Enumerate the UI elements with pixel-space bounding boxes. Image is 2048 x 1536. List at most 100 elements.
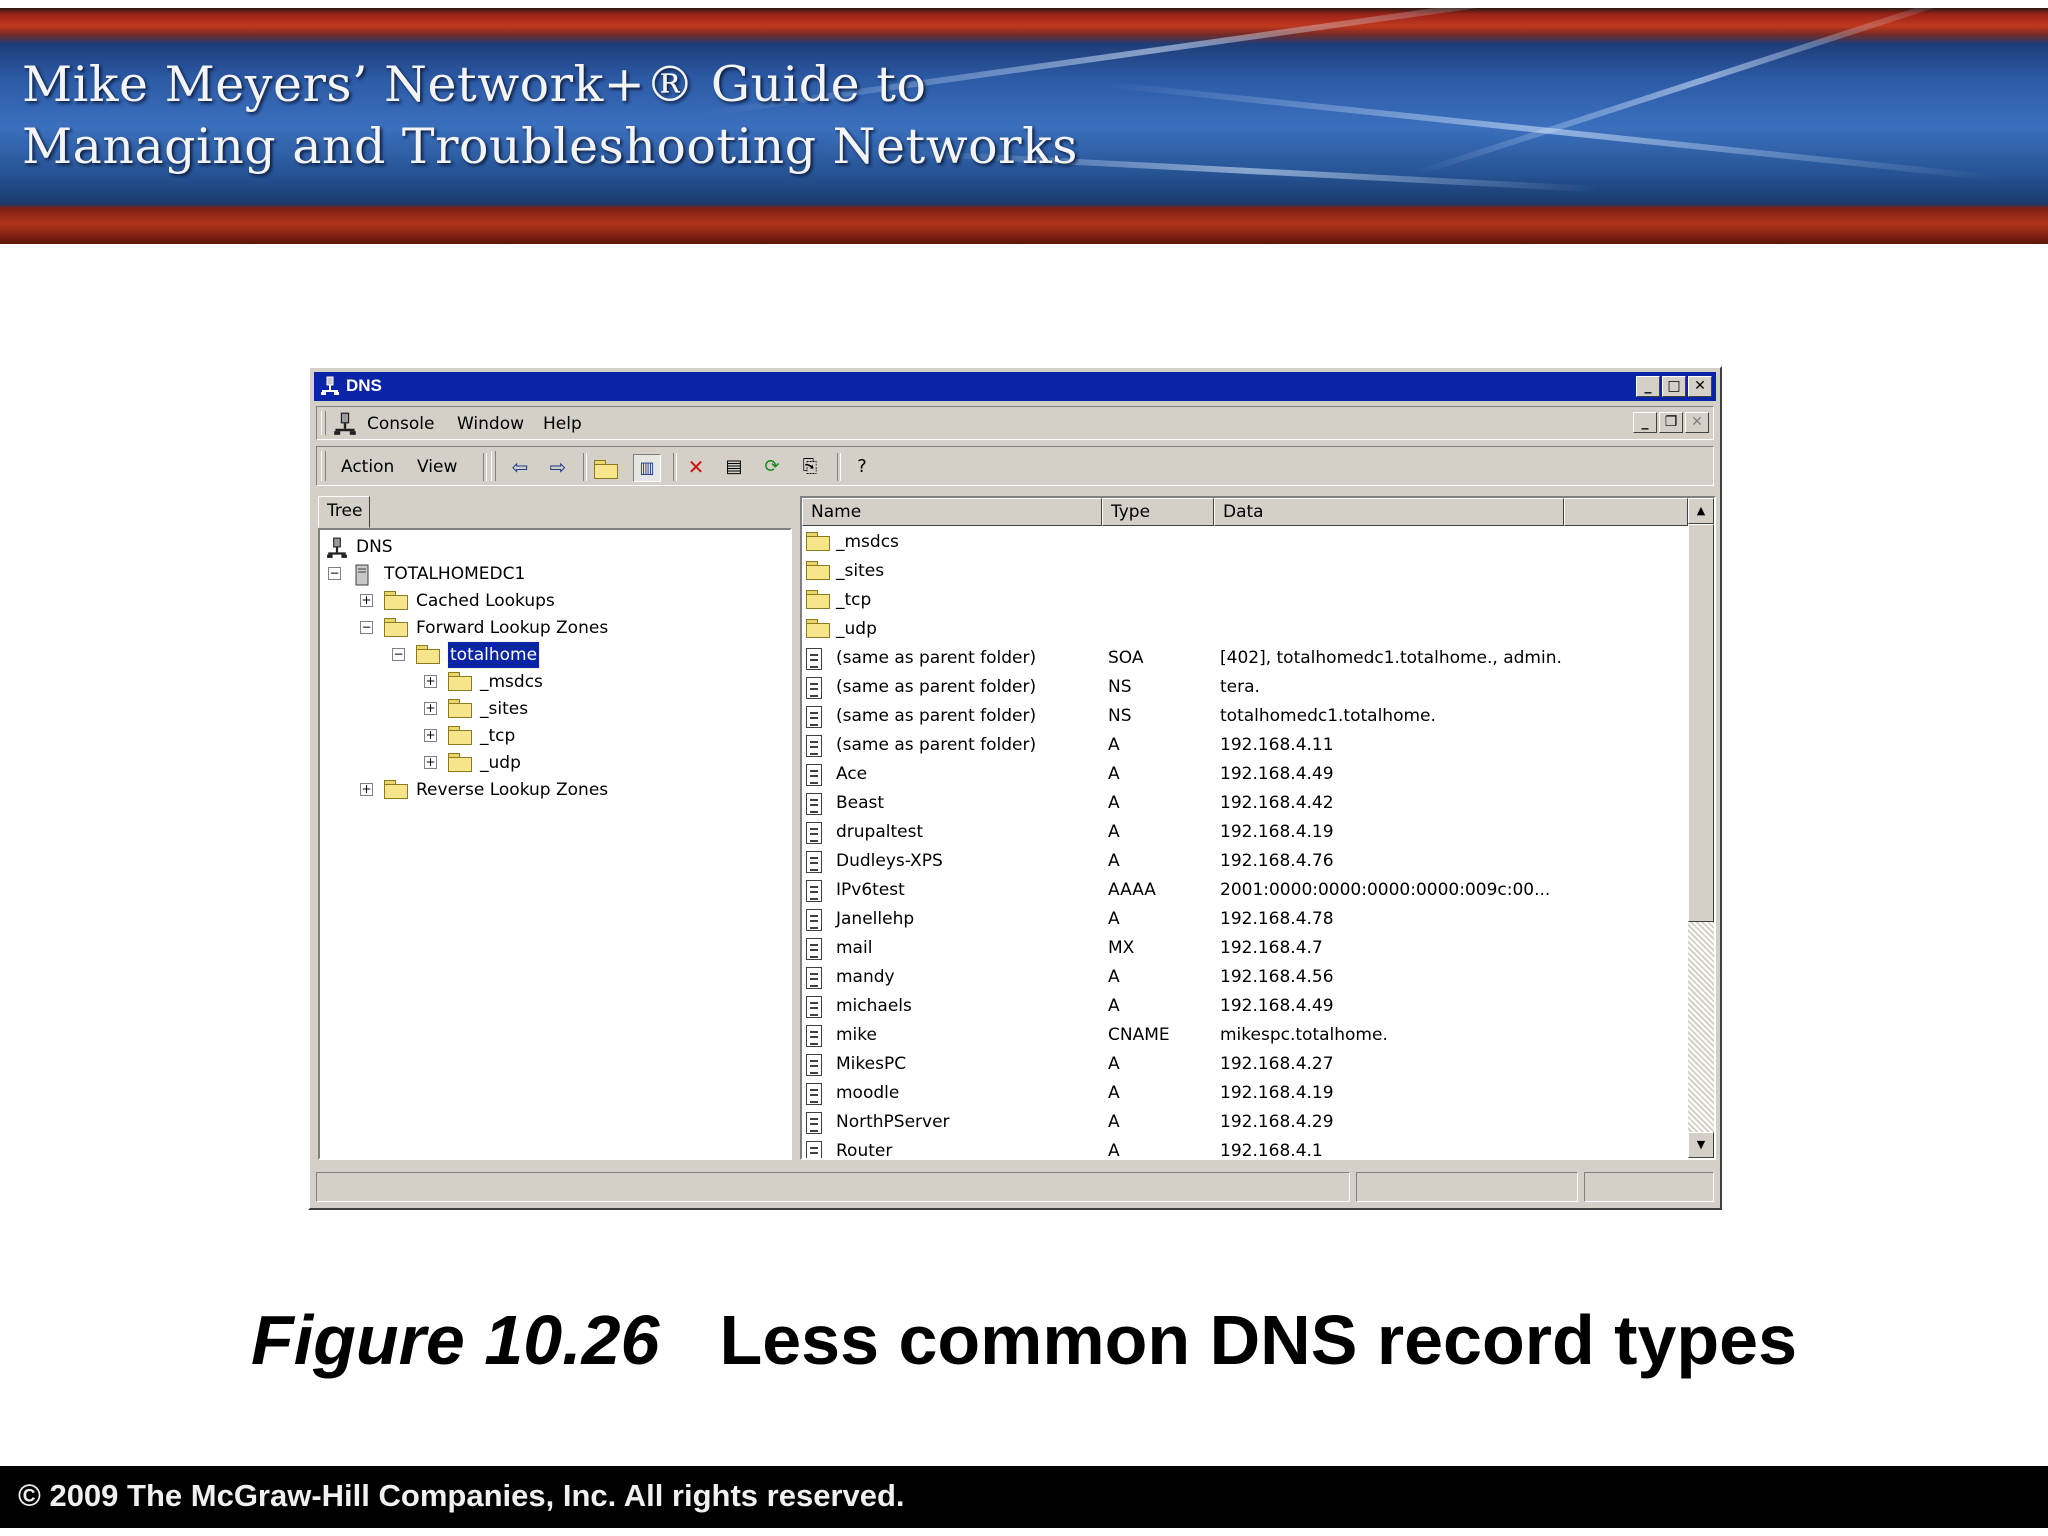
table-row[interactable]: (same as parent folder) SOA [402], totalho…	[802, 644, 1688, 673]
record-icon	[806, 1141, 822, 1158]
cell-data: 192.168.4.78	[1220, 909, 1334, 929]
record-icon	[806, 735, 822, 757]
cell-type: A	[1108, 1083, 1120, 1103]
table-row[interactable]: mike CNAME mikespc.totalhome.	[802, 1021, 1688, 1050]
record-icon	[806, 851, 822, 873]
table-row[interactable]: michaels A 192.168.4.49	[802, 992, 1688, 1021]
record-icon	[806, 967, 822, 989]
cell-name: _sites	[836, 561, 885, 581]
tree-pane: DNS − TOTALHOMEDC1 + Cached Lookups − Fo…	[318, 528, 792, 1160]
table-row[interactable]: (same as parent folder) NS tera.	[802, 673, 1688, 702]
record-icon	[806, 1025, 822, 1047]
expand-toggle[interactable]: +	[424, 702, 437, 715]
table-row[interactable]: MikesPC A 192.168.4.27	[802, 1050, 1688, 1079]
collapse-toggle[interactable]: −	[328, 567, 341, 580]
export-list-icon[interactable]: ⎘	[797, 454, 823, 480]
expand-toggle[interactable]: +	[424, 756, 437, 769]
table-row[interactable]: moodle A 192.168.4.19	[802, 1079, 1688, 1108]
toolbar-grip[interactable]	[321, 451, 326, 481]
cell-name: mail	[836, 938, 873, 958]
table-row[interactable]: _sites	[802, 557, 1688, 586]
status-bar	[316, 1172, 1714, 1202]
cell-data: tera.	[1220, 677, 1260, 697]
scroll-down-arrow-icon[interactable]: ▼	[1688, 1132, 1714, 1158]
window-title: DNS	[346, 376, 382, 395]
maximize-button[interactable]: □	[1662, 376, 1686, 397]
column-header-name[interactable]: Name	[802, 498, 1102, 526]
folder-icon	[448, 699, 472, 718]
cell-name: Router	[836, 1141, 893, 1160]
delete-icon[interactable]: ✕	[683, 454, 709, 480]
cell-name: Beast	[836, 793, 885, 813]
up-folder-icon[interactable]	[593, 454, 619, 480]
menu-view[interactable]: View	[413, 455, 461, 479]
cell-type: NS	[1108, 677, 1132, 697]
table-row[interactable]: Beast A 192.168.4.42	[802, 789, 1688, 818]
table-row[interactable]: drupaltest A 192.168.4.19	[802, 818, 1688, 847]
tree-node-label: TOTALHOMEDC1	[384, 564, 526, 584]
folder-icon	[384, 591, 408, 610]
cell-type: A	[1108, 909, 1120, 929]
table-row[interactable]: Dudleys-XPS A 192.168.4.76	[802, 847, 1688, 876]
zone-icon	[416, 645, 440, 664]
collapse-toggle[interactable]: −	[392, 648, 405, 661]
help-icon[interactable]: ?	[849, 454, 875, 480]
table-row[interactable]: _udp	[802, 615, 1688, 644]
cell-data: 192.168.4.7	[1220, 938, 1323, 958]
expand-toggle[interactable]: +	[424, 729, 437, 742]
table-row[interactable]: IPv6test AAAA 2001:0000:0000:0000:0000:009…	[802, 876, 1688, 905]
scroll-thumb[interactable]	[1688, 524, 1714, 922]
table-row[interactable]: Janellehp A 192.168.4.78	[802, 905, 1688, 934]
menu-help[interactable]: Help	[539, 412, 586, 436]
window-titlebar[interactable]: DNS _ □ ✕	[314, 372, 1716, 401]
folder-icon	[384, 780, 408, 799]
banner-line-1: Mike Meyers’ Network+® Guide to	[22, 56, 927, 113]
properties-icon[interactable]: ▤	[721, 454, 747, 480]
tree-node-label: _sites	[480, 699, 529, 719]
expand-toggle[interactable]: +	[424, 675, 437, 688]
child-close-button[interactable]: ✕	[1685, 412, 1709, 433]
tab-tree[interactable]: Tree	[318, 496, 370, 528]
table-row[interactable]: _tcp	[802, 586, 1688, 615]
server-icon	[355, 564, 369, 586]
column-header-type[interactable]: Type	[1102, 498, 1214, 526]
cell-name: NorthPServer	[836, 1112, 950, 1132]
dns-app-icon	[321, 376, 339, 395]
close-button[interactable]: ✕	[1688, 376, 1712, 397]
minimize-button[interactable]: _	[1636, 376, 1660, 397]
menu-console[interactable]: Console	[363, 412, 439, 436]
table-row[interactable]: Router A 192.168.4.1	[802, 1137, 1688, 1160]
table-row[interactable]: (same as parent folder) A 192.168.4.11	[802, 731, 1688, 760]
child-minimize-button[interactable]: _	[1633, 412, 1657, 433]
tree-node-label: _tcp	[480, 726, 516, 746]
vertical-scrollbar[interactable]: ▲ ▼	[1688, 498, 1714, 1158]
table-row[interactable]: mandy A 192.168.4.56	[802, 963, 1688, 992]
collapse-toggle[interactable]: −	[360, 621, 373, 634]
table-row[interactable]: _msdcs	[802, 528, 1688, 557]
cell-name: moodle	[836, 1083, 900, 1103]
expand-toggle[interactable]: +	[360, 783, 373, 796]
table-row[interactable]: (same as parent folder) NS totalhomedc1.to…	[802, 702, 1688, 731]
scroll-up-arrow-icon[interactable]: ▲	[1688, 498, 1714, 524]
dns-window: DNS _ □ ✕ Console Window Help _ ❐ ✕ Acti…	[308, 366, 1722, 1210]
expand-toggle[interactable]: +	[360, 594, 373, 607]
child-restore-button[interactable]: ❐	[1659, 412, 1683, 433]
show-tree-icon[interactable]: ▥	[633, 454, 661, 482]
table-row[interactable]: NorthPServer A 192.168.4.29	[802, 1108, 1688, 1137]
column-header-empty[interactable]	[1564, 498, 1688, 526]
folder-icon	[806, 561, 830, 580]
record-icon	[806, 996, 822, 1018]
tree-node-label: DNS	[356, 537, 393, 557]
back-arrow-icon[interactable]: ⇦	[507, 454, 533, 480]
table-row[interactable]: mail MX 192.168.4.7	[802, 934, 1688, 963]
menu-window[interactable]: Window	[453, 412, 528, 436]
cell-name: (same as parent folder)	[836, 677, 1037, 697]
refresh-icon[interactable]: ⟳	[759, 454, 785, 480]
table-row[interactable]: Ace A 192.168.4.49	[802, 760, 1688, 789]
status-panel-3	[1584, 1172, 1714, 1202]
tree-node-label: Reverse Lookup Zones	[416, 780, 609, 800]
menu-action[interactable]: Action	[337, 455, 398, 479]
column-header-data[interactable]: Data	[1214, 498, 1564, 526]
forward-arrow-icon[interactable]: ⇨	[545, 454, 571, 480]
menubar-grip[interactable]	[321, 411, 326, 435]
